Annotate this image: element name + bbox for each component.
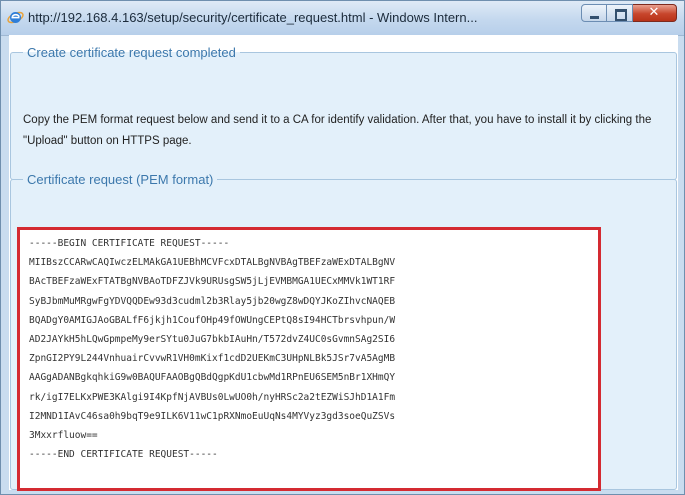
completed-panel-title: Create certificate request completed (27, 45, 236, 60)
certificate-request-panel: Certificate request (PEM format) -----BE… (10, 172, 677, 491)
pem-line: SyBJbmMuMRgwFgYDVQQDEw93d3cudml2b3Rlay5j… (29, 295, 396, 307)
window-title: http://192.168.4.163/setup/security/cert… (28, 10, 478, 25)
pem-line: I2MND1IAvC46sa0h9bqT9e9ILK6V11wC1pRXNmoE… (29, 410, 396, 422)
instructions-text: Copy the PEM format request below and se… (23, 114, 652, 147)
page-content: Create certificate request completed Cop… (9, 35, 678, 491)
internet-explorer-icon (7, 11, 24, 24)
completed-panel: Create certificate request completed Cop… (10, 45, 677, 180)
close-button[interactable]: ✕ (633, 4, 677, 22)
close-icon: ✕ (648, 5, 660, 20)
maximize-button[interactable] (607, 4, 633, 22)
pem-line: BQADgY0AMIGJAoGBALfF6jkjh1CoufOHp49fOWUn… (29, 314, 396, 326)
pem-line: -----BEGIN CERTIFICATE REQUEST----- (29, 238, 230, 249)
title-bar[interactable]: http://192.168.4.163/setup/security/cert… (1, 1, 684, 36)
certificate-request-panel-title: Certificate request (PEM format) (27, 172, 214, 187)
window-controls: ✕ (581, 4, 679, 24)
pem-request-textbox[interactable]: -----BEGIN CERTIFICATE REQUEST----- MIIB… (17, 227, 601, 491)
pem-line: MIIBszCCARwCAQIwczELMAkGA1UEBhMCVFcxDTAL… (29, 257, 396, 269)
minimize-button[interactable] (581, 4, 607, 22)
pem-line: AAGgADANBgkqhkiG9w0BAQUFAAOBgQBdQgpKdU1c… (29, 372, 396, 384)
pem-line: ZpnGI2PY9L244VnhuairCvvwR1VH0mKixf1cdD2U… (29, 353, 396, 365)
pem-line: 3Mxxrfluow== (29, 430, 98, 442)
pem-line: rk/igI7ELKxPWE3KAlgi9I4KpfNjAVBUs0LwUO0h… (29, 391, 396, 403)
pem-line: BAcTBEFzaWExFTATBgNVBAoTDFZJVk9URUsgSW5j… (29, 276, 396, 288)
pem-line: AD2JAYkH5hLQwGpmpeMy9erSYtu0JuG7bkbIAuHn… (29, 334, 396, 346)
pem-line: -----END CERTIFICATE REQUEST----- (29, 449, 218, 461)
browser-popup-window: http://192.168.4.163/setup/security/cert… (0, 0, 685, 495)
